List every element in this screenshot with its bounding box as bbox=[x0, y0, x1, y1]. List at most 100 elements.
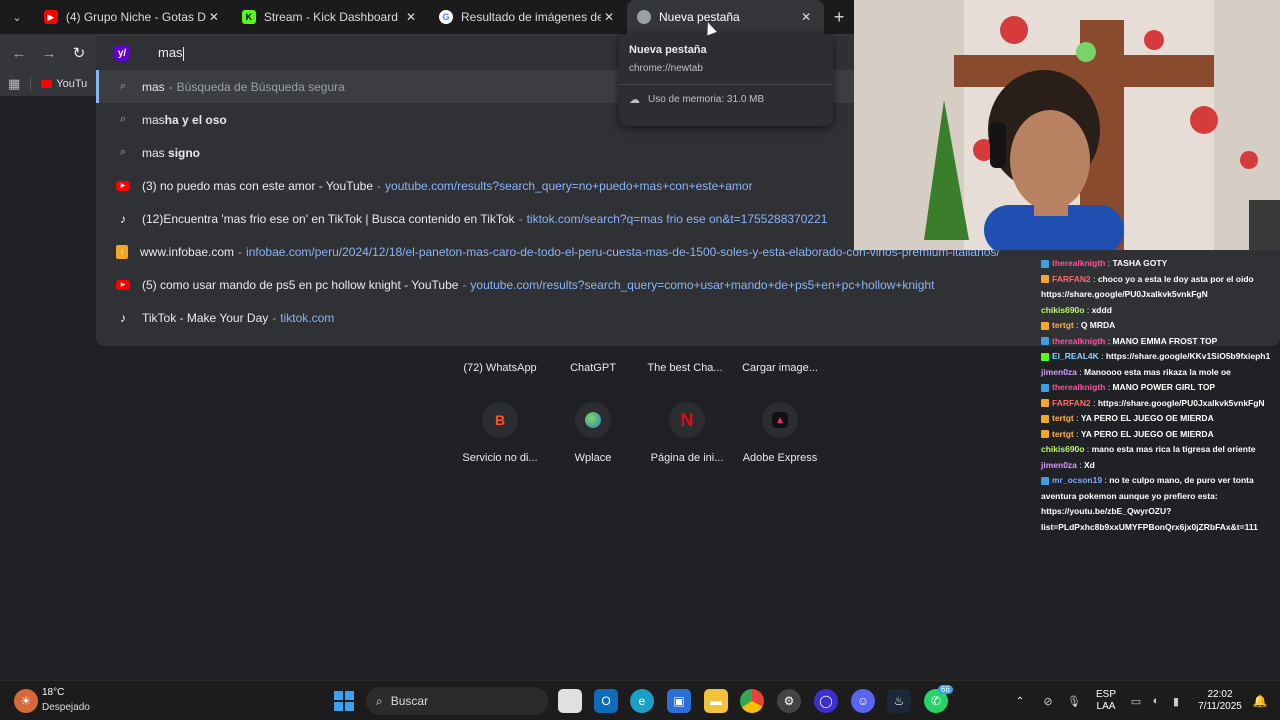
stream-chat: therealknigth : TASHA GOTY FARFAN2 : cho… bbox=[1036, 256, 1276, 535]
task-view-icon[interactable] bbox=[558, 689, 582, 713]
tab-search-button[interactable]: ⌄ bbox=[0, 0, 34, 34]
apps-grid-icon[interactable]: ▦ bbox=[8, 76, 20, 92]
badge-icon bbox=[1041, 321, 1049, 330]
address-input[interactable]: mas bbox=[158, 45, 184, 61]
chat-message: therealknigth : TASHA GOTY bbox=[1036, 256, 1276, 272]
start-button[interactable] bbox=[332, 689, 356, 713]
tab-strip: ⌄ ▶ (4) Grupo Niche - Gotas De Lluvia ✕ … bbox=[0, 0, 854, 34]
shortcut-label: (72) WhatsApp bbox=[463, 362, 537, 374]
webcam-feed bbox=[854, 0, 1280, 250]
file-explorer-icon[interactable]: ▬ bbox=[704, 689, 728, 713]
badge-icon bbox=[1041, 337, 1049, 346]
badge-icon bbox=[1041, 399, 1049, 408]
adobe-express-icon: ▲ bbox=[762, 402, 798, 438]
search-icon: ⌕ bbox=[119, 113, 127, 125]
tab-youtube[interactable]: ▶ (4) Grupo Niche - Gotas De Lluvia ✕ bbox=[34, 0, 232, 34]
shortcut-wplace[interactable]: Wplace bbox=[546, 402, 640, 464]
bookmarks-bar: ▦ YouTu bbox=[0, 72, 96, 96]
shortcut-cargar-image[interactable]: Cargar image... bbox=[733, 362, 827, 374]
microphone-icon[interactable]: 🎙 bbox=[1062, 689, 1086, 713]
chat-text: Q MRDA bbox=[1080, 320, 1116, 330]
chat-text: MANO POWER GIRL TOP bbox=[1112, 382, 1216, 392]
tab-kick[interactable]: K Stream - Kick Dashboard ✕ bbox=[232, 0, 429, 34]
chat-user: FARFAN2 bbox=[1052, 397, 1091, 408]
chrome-icon[interactable] bbox=[740, 689, 764, 713]
new-tab-button[interactable]: + bbox=[824, 0, 854, 34]
tiktok-icon: ♪ bbox=[120, 310, 126, 325]
search-icon: ⌕ bbox=[376, 693, 383, 708]
network-icon[interactable]: ⊘ bbox=[1036, 689, 1060, 713]
taskbar-search[interactable]: ⌕ Buscar bbox=[366, 687, 548, 715]
discord-icon[interactable]: ☺ bbox=[851, 689, 875, 713]
chat-text: xddd bbox=[1091, 304, 1112, 315]
badge-icon bbox=[1041, 275, 1049, 284]
settings-gear-icon[interactable]: ⚙ bbox=[777, 689, 801, 713]
shortcut-pagina-inicio[interactable]: N Página de ini... bbox=[640, 402, 734, 464]
close-icon[interactable]: ✕ bbox=[798, 10, 814, 24]
chat-message: mr_ocson19 : no te culpo mano, de puro v… bbox=[1041, 475, 1258, 532]
suggestion-completion: ha y el oso bbox=[164, 112, 227, 127]
clock[interactable]: 22:02 7/11/2025 bbox=[1192, 689, 1248, 713]
weather-temperature[interactable]: 18°C bbox=[42, 687, 64, 698]
windows-icon bbox=[334, 691, 354, 711]
weather-description[interactable]: Despejado bbox=[42, 702, 90, 713]
hover-card-url: chrome://newtab bbox=[629, 63, 703, 74]
chat-user: FARFAN2 bbox=[1052, 273, 1091, 284]
globe-icon bbox=[575, 402, 611, 438]
youtube-icon: ▶ bbox=[116, 180, 130, 191]
chat-user: therealknigth bbox=[1052, 335, 1106, 346]
chat-user: therealknigth bbox=[1052, 382, 1106, 392]
edge-icon[interactable]: e bbox=[630, 689, 654, 713]
back-button[interactable]: ← bbox=[4, 38, 34, 68]
suggestion-separator: - bbox=[518, 211, 523, 226]
close-icon[interactable]: ✕ bbox=[601, 10, 617, 24]
shortcut-whatsapp[interactable]: (72) WhatsApp bbox=[453, 362, 547, 374]
kick-icon: K bbox=[241, 10, 256, 24]
close-icon[interactable]: ✕ bbox=[206, 10, 222, 24]
text-cursor bbox=[182, 46, 184, 61]
shortcut-adobe-express[interactable]: ▲ Adobe Express bbox=[733, 402, 827, 464]
youtube-icon bbox=[41, 80, 53, 88]
chat-text: YA PERO EL JUEGO OE MIERDA bbox=[1080, 428, 1214, 439]
suggestion-separator: - bbox=[272, 310, 277, 325]
chat-text: mano esta mas rica la tigresa del orient… bbox=[1091, 444, 1256, 454]
bookmark-youtube[interactable]: YouTu bbox=[41, 78, 87, 90]
weather-icon[interactable]: ☀ bbox=[14, 689, 38, 713]
chevron-up-icon[interactable]: ⌃ bbox=[1008, 689, 1032, 713]
chat-message: jimen0za : Xd bbox=[1041, 459, 1095, 470]
plus-icon: + bbox=[833, 6, 845, 27]
language-line2: LAA bbox=[1096, 701, 1116, 712]
badge-icon bbox=[1041, 414, 1049, 423]
obs-icon[interactable]: ◯ bbox=[814, 689, 838, 713]
suggestion-title: (5) como usar mando de ps5 en pc hollow … bbox=[142, 277, 459, 292]
steam-icon[interactable]: ♨ bbox=[887, 689, 911, 713]
suggestion-url: tiktok.com bbox=[280, 310, 335, 325]
store-icon[interactable]: ▣ bbox=[667, 689, 691, 713]
shortcut-label: The best Cha... bbox=[647, 362, 723, 374]
tab-title: (4) Grupo Niche - Gotas De Lluvia bbox=[65, 10, 206, 24]
notification-bell-icon[interactable]: 🔔 bbox=[1248, 689, 1272, 713]
suggestion-title: (3) no puedo mas con este amor - YouTube bbox=[142, 178, 374, 193]
tab-title: Nueva pestaña bbox=[659, 10, 740, 24]
address-input-text: mas bbox=[158, 45, 183, 61]
language-indicator[interactable]: ESP LAA bbox=[1088, 689, 1124, 713]
reload-button[interactable]: ↻ bbox=[64, 38, 94, 68]
infobae-icon: i bbox=[116, 244, 128, 259]
tab-new-tab[interactable]: Nueva pestaña ✕ bbox=[627, 0, 825, 34]
bookmark-label: YouTu bbox=[56, 78, 88, 90]
forward-button[interactable]: → bbox=[34, 38, 64, 68]
tab-google-images[interactable]: G Resultado de imágenes de Google ✕ bbox=[429, 0, 627, 34]
shortcut-chatgpt[interactable]: ChatGPT bbox=[546, 362, 640, 374]
webcam-image bbox=[854, 0, 1280, 250]
close-icon[interactable]: ✕ bbox=[403, 10, 419, 24]
badge-icon bbox=[1041, 430, 1049, 439]
chat-text: YA PERO EL JUEGO OE MIERDA bbox=[1080, 413, 1214, 423]
chat-message: therealknigth : MANO POWER GIRL TOP bbox=[1036, 380, 1276, 396]
battery-icon[interactable]: ▮ bbox=[1164, 689, 1188, 713]
outlook-icon[interactable]: O bbox=[594, 689, 618, 713]
shortcut-servicio[interactable]: B Servicio no di... bbox=[453, 402, 547, 464]
chat-text: Manoooo esta mas rikaza la mole oe bbox=[1084, 366, 1231, 377]
windows-taskbar: ☀ 18°C Despejado ⌕ Buscar O e ▣ ▬ ⚙ ◯ ☺ … bbox=[0, 680, 1280, 720]
shortcut-best-cha[interactable]: The best Cha... bbox=[638, 362, 732, 374]
netflix-icon: N bbox=[669, 402, 705, 438]
